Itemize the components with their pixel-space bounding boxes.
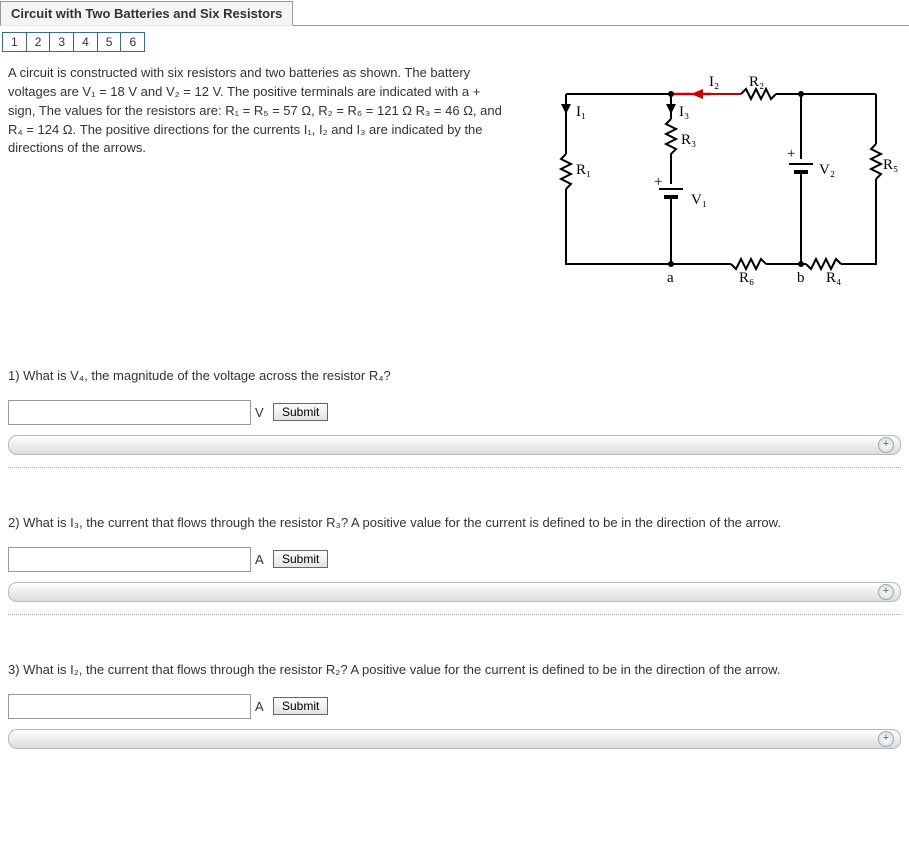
question-2-input[interactable]	[8, 547, 251, 572]
question-3-submit[interactable]: Submit	[273, 697, 328, 715]
tab-5[interactable]: 5	[97, 32, 122, 52]
question-3-expand[interactable]: +	[8, 729, 901, 749]
tab-3[interactable]: 3	[49, 32, 74, 52]
question-2-unit: A	[255, 552, 269, 567]
label-I3: I₃	[679, 104, 689, 120]
question-2-submit[interactable]: Submit	[273, 550, 328, 568]
question-1-unit: V	[255, 405, 269, 420]
circuit-diagram: I₁ I₃ I₂ R₂ R₁ R₃ R₅ V₁ V₂ R₆ R₄ a b + +	[541, 64, 901, 297]
page-title: Circuit with Two Batteries and Six Resis…	[0, 1, 293, 26]
tab-1[interactable]: 1	[2, 32, 27, 52]
question-3-unit: A	[255, 699, 269, 714]
problem-statement: A circuit is constructed with six resist…	[8, 64, 508, 158]
question-1-expand[interactable]: +	[8, 435, 901, 455]
label-R4: R₄	[826, 270, 841, 286]
tab-6[interactable]: 6	[120, 32, 145, 52]
tab-2[interactable]: 2	[26, 32, 51, 52]
plus-icon: +	[878, 731, 894, 747]
label-R5: R₅	[883, 157, 898, 173]
separator	[8, 467, 901, 468]
label-node-a: a	[667, 270, 674, 286]
question-3-input[interactable]	[8, 694, 251, 719]
question-2-prompt: 2) What is I₃, the current that flows th…	[8, 514, 901, 533]
plus-icon: +	[878, 584, 894, 600]
label-R3: R₃	[681, 132, 696, 148]
label-node-b: b	[797, 270, 805, 286]
question-2: 2) What is I₃, the current that flows th…	[8, 514, 901, 615]
question-3: 3) What is I₂, the current that flows th…	[8, 661, 901, 749]
question-3-prompt: 3) What is I₂, the current that flows th…	[8, 661, 901, 680]
label-R2: R₂	[749, 74, 764, 90]
question-nav-tabs: 1 2 3 4 5 6	[0, 30, 909, 52]
question-1-input[interactable]	[8, 400, 251, 425]
plus-icon: +	[878, 437, 894, 453]
question-2-expand[interactable]: +	[8, 582, 901, 602]
question-1-prompt: 1) What is V₄, the magnitude of the volt…	[8, 367, 901, 386]
label-V1: V₁	[691, 192, 707, 208]
label-plus-v2: +	[787, 146, 795, 162]
question-1-submit[interactable]: Submit	[273, 403, 328, 421]
label-R1: R₁	[576, 162, 591, 178]
label-R6: R₆	[739, 270, 754, 286]
tab-4[interactable]: 4	[73, 32, 98, 52]
label-V2: V₂	[819, 162, 835, 178]
label-I1: I₁	[576, 104, 586, 120]
label-plus-v1: +	[654, 174, 662, 190]
question-1: 1) What is V₄, the magnitude of the volt…	[8, 367, 901, 468]
separator	[8, 614, 901, 615]
label-I2: I₂	[709, 74, 719, 90]
